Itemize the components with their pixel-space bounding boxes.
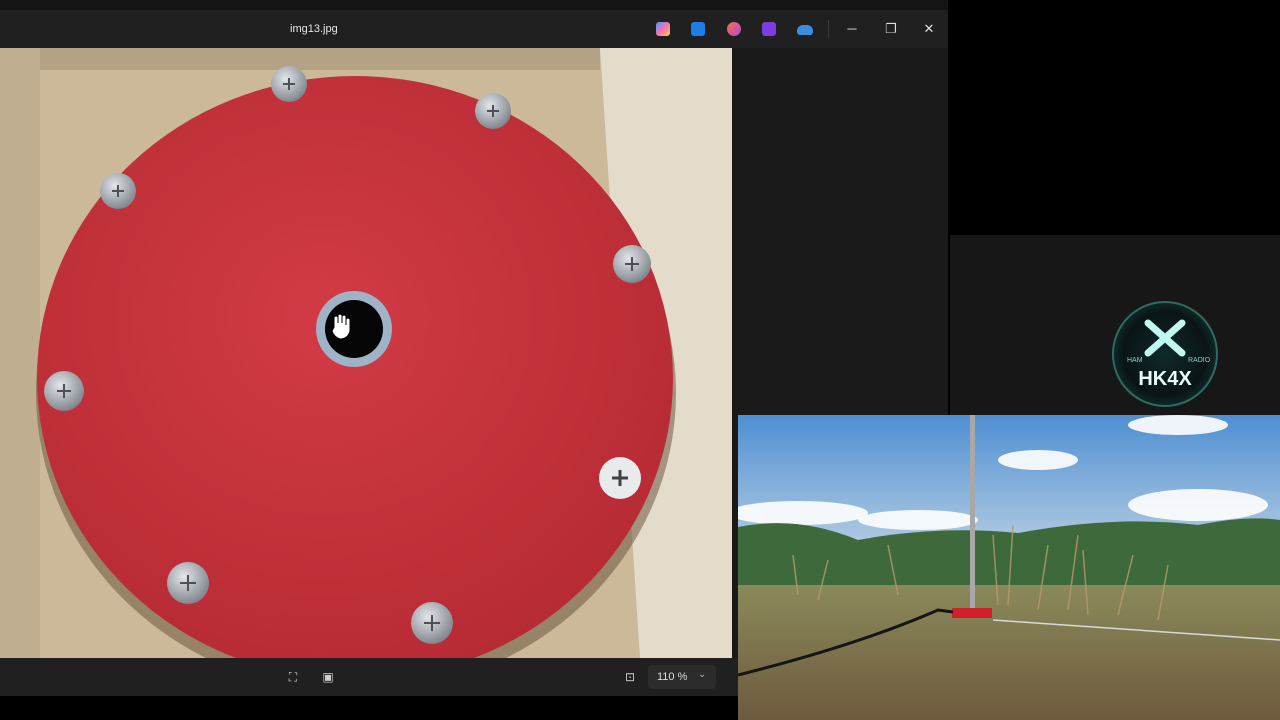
logo-ring-left: HAM (1127, 357, 1143, 364)
restore-button[interactable]: ❐ (880, 18, 902, 40)
logo-ring-right: RADIO (1188, 357, 1211, 364)
close-icon: ✕ (923, 21, 935, 36)
fit-to-window-button[interactable]: ⊡ (622, 669, 638, 685)
screw-icon (100, 173, 136, 209)
scan-icon: ▣ (322, 670, 334, 684)
close-button[interactable]: ✕ (918, 18, 940, 40)
zoom-value: 110 % (657, 671, 688, 683)
minimize-button[interactable]: ─ (841, 18, 863, 40)
screw-icon (44, 371, 84, 411)
fit-window-icon: ⊡ (624, 670, 636, 684)
bottom-toolbar: ⛶ ▣ ⊡ 110 % ⌄ (0, 658, 740, 696)
window-title: img13.jpg (290, 23, 338, 35)
title-bar: img13.jpg ─ ❐ ✕ (0, 10, 948, 48)
text-scan-button[interactable]: ▣ (320, 669, 336, 685)
camera-panel-logo: HAM RADIO HK4X (950, 235, 1280, 415)
antenna-mast (970, 415, 975, 610)
crop-button[interactable]: ⛶ (285, 669, 301, 685)
screw-icon (271, 66, 307, 102)
screw-icon (167, 562, 209, 604)
box-wall-top (40, 48, 600, 70)
antenna-base (952, 608, 992, 618)
station-logo: HAM RADIO HK4X (1112, 301, 1218, 407)
red-disc (37, 76, 673, 658)
screw-icon (613, 245, 651, 283)
camera-panel-field (738, 415, 1280, 720)
camera-panel-top (950, 0, 1280, 233)
edit-icon[interactable] (691, 22, 705, 36)
screw-icon (411, 602, 453, 644)
restore-icon: ❐ (885, 21, 897, 36)
zoom-dropdown[interactable]: 110 % ⌄ (648, 665, 716, 689)
screw-icon (599, 457, 641, 499)
crop-icon: ⛶ (288, 670, 298, 684)
clipchamp-icon[interactable] (762, 22, 776, 36)
hand-cursor-icon (331, 313, 351, 340)
designer-icon[interactable] (727, 22, 741, 36)
box-wall-left (0, 48, 40, 658)
field-image (738, 415, 1280, 720)
logo-callsign: HK4X (1138, 368, 1192, 390)
chevron-down-icon: ⌄ (698, 669, 707, 680)
screw-icon (475, 93, 511, 129)
copilot-icon[interactable] (656, 22, 670, 36)
photo-canvas[interactable] (0, 48, 732, 658)
divider (828, 20, 829, 38)
top-strip (0, 0, 948, 10)
photo-image (0, 48, 732, 658)
minimize-icon: ─ (847, 21, 857, 36)
onedrive-icon[interactable] (797, 25, 813, 35)
